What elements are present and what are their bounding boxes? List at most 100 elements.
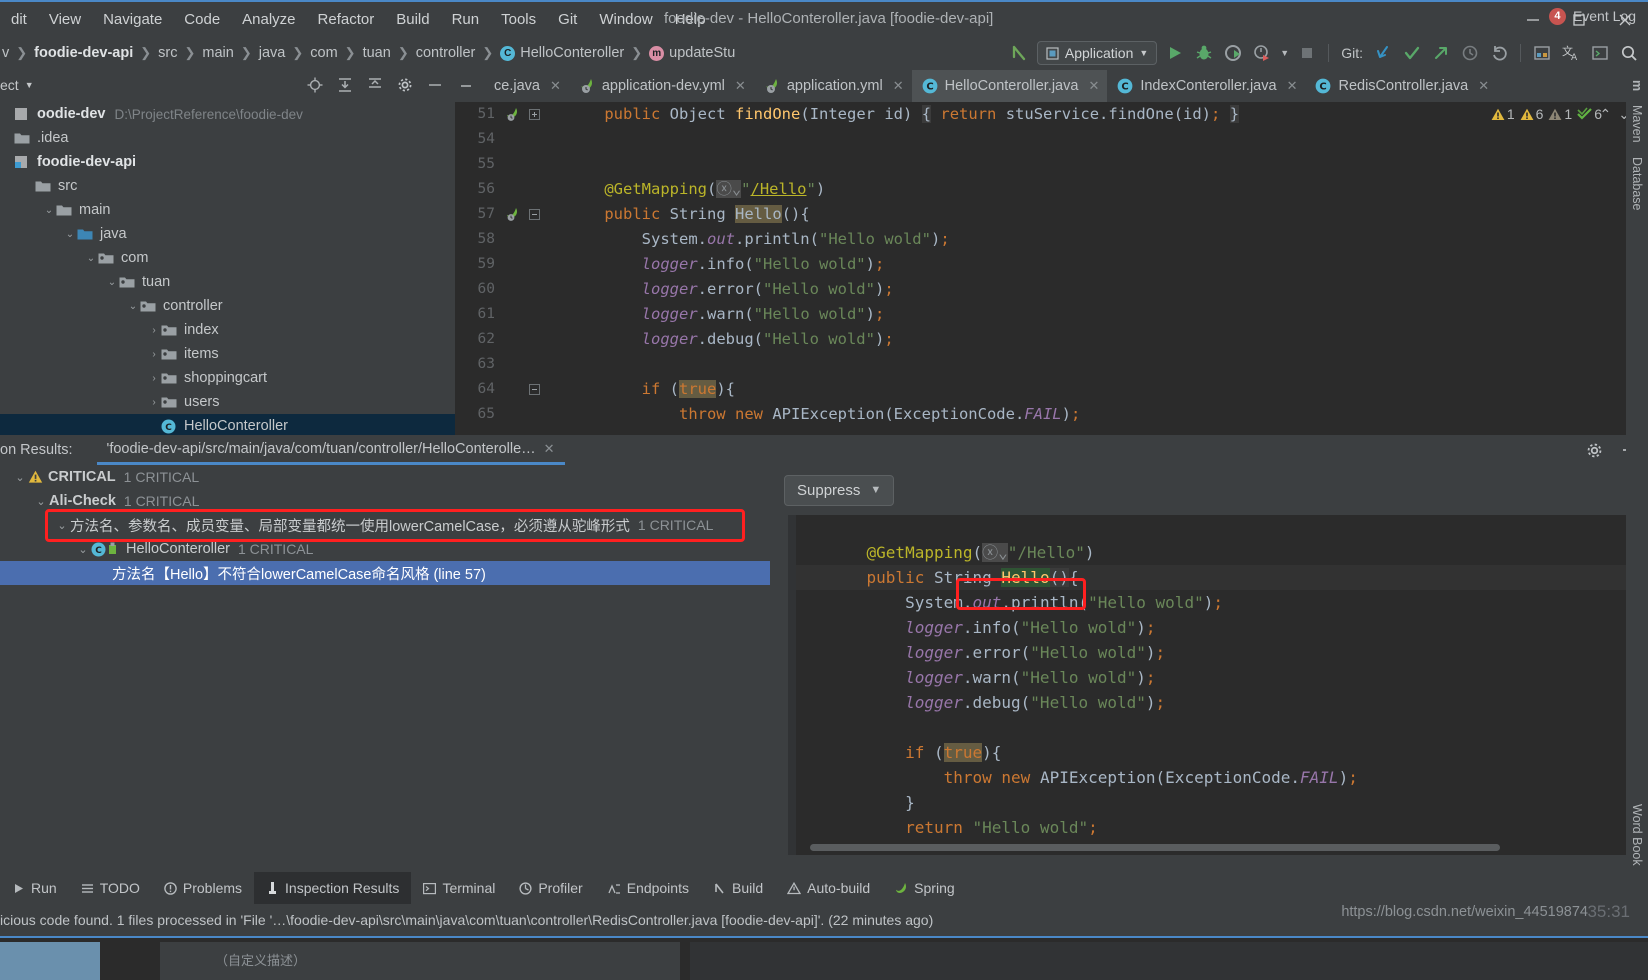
inspection-tree-item[interactable]: 方法名【Hello】不符合lowerCamelCase命名风格 (line 57… <box>0 561 770 585</box>
tool-window-button-run[interactable]: Run <box>0 872 69 904</box>
tool-window-button-endpoints[interactable]: Endpoints <box>595 872 701 904</box>
tool-window-button-auto-build[interactable]: Auto-build <box>775 872 882 904</box>
chevron-right-icon[interactable]: › <box>147 397 161 408</box>
breadcrumb-item-com[interactable]: com <box>308 45 339 61</box>
project-tree-item-java[interactable]: ⌄java <box>0 222 455 246</box>
menu-item-analyze[interactable]: Analyze <box>231 8 306 31</box>
profiler-icon[interactable] <box>1251 42 1273 64</box>
terminal-icon[interactable] <box>1589 42 1611 64</box>
project-tree-item-src[interactable]: src <box>0 174 455 198</box>
right-strip-label-word-book[interactable]: Word Book <box>1630 798 1644 872</box>
previous-highlight-icon[interactable]: ⌃ <box>1600 106 1612 123</box>
menu-item-dit[interactable]: dit <box>0 8 38 31</box>
suppress-button[interactable]: Suppress ▼ <box>784 475 894 506</box>
menu-item-refactor[interactable]: Refactor <box>307 8 386 31</box>
chevron-right-icon[interactable]: › <box>147 325 161 336</box>
project-tree-item-shoppingcart[interactable]: ›shoppingcart <box>0 366 455 390</box>
arrow-up-left-icon[interactable] <box>1008 42 1030 64</box>
event-log-button[interactable]: 4 Event Log <box>1549 0 1636 32</box>
close-icon[interactable]: ✕ <box>1088 78 1099 94</box>
project-tree-item-users[interactable]: ›users <box>0 390 455 414</box>
chevron-down-icon[interactable]: ⌄ <box>63 229 77 240</box>
menu-item-code[interactable]: Code <box>173 8 231 31</box>
push-icon[interactable] <box>1430 42 1452 64</box>
breadcrumb-item-updatestu[interactable]: mupdateStu <box>647 45 737 61</box>
spring-bean-icon[interactable] <box>501 207 523 222</box>
close-icon[interactable]: ✕ <box>893 78 904 94</box>
project-tree-item-tuan[interactable]: ⌄tuan <box>0 270 455 294</box>
spring-bean-icon[interactable] <box>501 107 523 122</box>
editor-tab-helloconteroller-java[interactable]: CHelloConteroller.java✕ <box>912 70 1108 102</box>
breadcrumb-item-src[interactable]: src <box>156 45 179 61</box>
right-strip-label-m[interactable]: m <box>1630 74 1644 97</box>
chevron-right-icon[interactable]: › <box>147 373 161 384</box>
project-tree-item-items[interactable]: ›items <box>0 342 455 366</box>
preview-code[interactable]: @GetMapping(ⓧ⌄"/Hello") public String He… <box>788 515 1648 855</box>
project-tree-item-com[interactable]: ⌄com <box>0 246 455 270</box>
project-tree-item--idea[interactable]: .idea <box>0 126 455 150</box>
close-icon[interactable]: ✕ <box>550 78 561 94</box>
right-strip-label-maven[interactable]: Maven <box>1630 99 1644 149</box>
minus-icon[interactable] <box>455 70 477 102</box>
breadcrumb-item-main[interactable]: main <box>200 45 235 61</box>
menu-item-view[interactable]: View <box>38 8 92 31</box>
inspection-tree-item[interactable]: ⌄方法名、参数名、成员变量、局部变量都统一使用lowerCamelCase，必须… <box>0 513 770 537</box>
project-tree-item-oodie-dev[interactable]: oodie-devD:\ProjectReference\foodie-dev <box>0 102 455 126</box>
menu-item-window[interactable]: Window <box>588 8 663 31</box>
editor-tab-indexconteroller-java[interactable]: CIndexConteroller.java✕ <box>1107 70 1305 102</box>
breadcrumb-item-helloconteroller[interactable]: CHelloConteroller <box>498 45 626 61</box>
fold-toggle-icon[interactable] <box>523 384 545 395</box>
inspection-widget[interactable]: 1616 <box>1491 106 1602 122</box>
chevron-down-icon[interactable]: ▼ <box>1280 48 1289 58</box>
breadcrumb-item-tuan[interactable]: tuan <box>361 45 393 61</box>
commit-icon[interactable] <box>1401 42 1423 64</box>
breadcrumb[interactable]: v❯foodie-dev-api❯src❯main❯java❯com❯tuan❯… <box>0 45 737 61</box>
menu-item-build[interactable]: Build <box>385 8 440 31</box>
breadcrumb-item-foodie-dev-api[interactable]: foodie-dev-api <box>32 45 135 61</box>
project-tree-item-foodie-dev-api[interactable]: foodie-dev-api <box>0 150 455 174</box>
breadcrumb-item-java[interactable]: java <box>257 45 288 61</box>
run-configuration-selector[interactable]: Application ▼ <box>1037 41 1157 65</box>
collapse-all-icon[interactable] <box>365 75 385 95</box>
chevron-down-icon[interactable]: ⌄ <box>12 471 28 484</box>
update-project-icon[interactable] <box>1372 42 1394 64</box>
tool-window-button-spring[interactable]: Spring <box>882 872 966 904</box>
stop-icon[interactable] <box>1296 42 1318 64</box>
chevron-down-icon[interactable]: ⌄ <box>54 519 70 532</box>
breadcrumb-item-controller[interactable]: controller <box>414 45 478 61</box>
menu-item-tools[interactable]: Tools <box>490 8 547 31</box>
expand-all-icon[interactable] <box>335 75 355 95</box>
inspection-tree-item[interactable]: ⌄CRITICAL1 CRITICAL <box>0 465 770 489</box>
inspection-badge[interactable]: 6 <box>1577 106 1602 122</box>
project-tree-item-controller[interactable]: ⌄controller <box>0 294 455 318</box>
chevron-down-icon[interactable]: ⌄ <box>33 495 49 508</box>
chevron-down-icon[interactable]: ⌄ <box>105 277 119 288</box>
tool-window-button-terminal[interactable]: Terminal <box>411 872 507 904</box>
close-icon[interactable]: ✕ <box>735 78 746 94</box>
history-icon[interactable] <box>1459 42 1481 64</box>
chevron-down-icon[interactable]: ⌄ <box>84 253 98 264</box>
run-with-coverage-icon[interactable] <box>1222 42 1244 64</box>
chevron-down-icon[interactable]: ⌄ <box>42 205 56 216</box>
inspection-scope-tab[interactable]: 'foodie-dev-api/src/main/java/com/tuan/c… <box>97 435 565 465</box>
hide-icon[interactable] <box>425 75 445 95</box>
translate-icon[interactable]: 文A <box>1560 42 1582 64</box>
editor-tab-rediscontroller-java[interactable]: CRedisController.java✕ <box>1305 70 1497 102</box>
tool-window-button-problems[interactable]: Problems <box>152 872 254 904</box>
close-icon[interactable]: ✕ <box>544 441 555 457</box>
fold-toggle-icon[interactable] <box>523 109 545 120</box>
editor-tab-ce-java[interactable]: ce.java✕ <box>477 70 569 102</box>
close-icon[interactable]: ✕ <box>1287 78 1298 94</box>
menu-item-git[interactable]: Git <box>547 8 588 31</box>
preview-horizontal-scrollbar[interactable] <box>810 844 1500 851</box>
inspection-tree-item[interactable]: ⌄Ali-Check1 CRITICAL <box>0 489 770 513</box>
tool-window-button-build[interactable]: Build <box>701 872 775 904</box>
tool-window-button-profiler[interactable]: Profiler <box>507 872 594 904</box>
fold-toggle-icon[interactable] <box>523 209 545 220</box>
chevron-down-icon[interactable]: ⌄ <box>126 301 140 312</box>
editor-tab-application-dev-yml[interactable]: application-dev.yml✕ <box>569 70 754 102</box>
menu-item-run[interactable]: Run <box>441 8 491 31</box>
chevron-down-icon[interactable]: ⌄ <box>75 543 91 556</box>
close-icon[interactable]: ✕ <box>1478 78 1489 94</box>
settings-gear-icon[interactable] <box>395 75 415 95</box>
